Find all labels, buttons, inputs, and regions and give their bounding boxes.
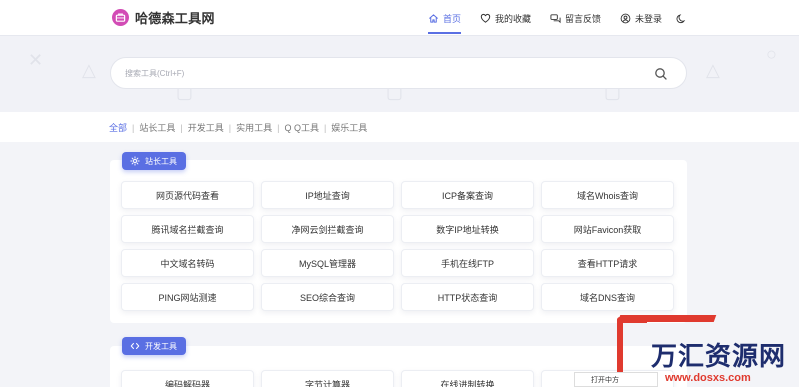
tool-card[interactable]: HTTP状态查询 <box>401 283 534 311</box>
nav-login[interactable]: 未登录 <box>620 0 662 36</box>
category-fun[interactable]: 娱乐工具 <box>331 121 367 134</box>
chat-icon <box>550 13 561 23</box>
category-tabs: 全部 | 站长工具 | 开发工具 | 实用工具 | Q Q工具 | 娱乐工具 <box>109 121 367 134</box>
tool-card[interactable]: 在线进制转换 <box>401 370 534 387</box>
divider: | <box>277 122 280 133</box>
nav-home-label: 首页 <box>442 13 461 24</box>
category-qq[interactable]: Q Q工具 <box>284 121 319 134</box>
divider: | <box>180 122 183 133</box>
site-logo[interactable]: 哈德森工具网 <box>112 8 215 27</box>
divider: | <box>323 122 327 133</box>
category-utility[interactable]: 实用工具 <box>236 121 272 134</box>
nav-home[interactable]: 首页 <box>427 0 461 36</box>
section-title-webmaster: 站长工具 <box>122 152 186 170</box>
nav-feedback-label: 留言反馈 <box>564 13 601 24</box>
tool-card[interactable]: 字节计算器 <box>261 370 394 387</box>
toolbox-icon <box>112 9 129 26</box>
moon-icon <box>676 13 686 23</box>
tool-card[interactable]: 腾讯域名拦截查询 <box>121 215 254 243</box>
divider: | <box>132 122 135 133</box>
nav-feedback[interactable]: 留言反馈 <box>550 0 601 36</box>
tool-card[interactable]: 域名Whois查询 <box>541 181 674 209</box>
watermark-title: 万汇资源网 <box>651 342 787 372</box>
section-title-dev: 开发工具 <box>122 337 186 355</box>
main-nav: 首页 我的收藏 留言反馈 未登录 <box>409 0 687 36</box>
circle-decoration-icon: ○ <box>766 44 777 64</box>
tool-grid: 网页源代码查看 IP地址查询 ICP备案查询 域名Whois查询 腾讯域名拦截查… <box>121 181 674 311</box>
triangle-decoration-icon: △ <box>706 60 720 80</box>
tool-card[interactable]: 网站Favicon获取 <box>541 215 674 243</box>
search-box <box>110 57 687 89</box>
tool-card[interactable]: 编码解码器 <box>121 370 254 387</box>
gear-icon <box>130 156 140 166</box>
site-name: 哈德森工具网 <box>135 11 215 26</box>
tool-panel-webmaster: 网页源代码查看 IP地址查询 ICP备案查询 域名Whois查询 腾讯域名拦截查… <box>110 160 687 323</box>
category-all[interactable]: 全部 <box>109 121 127 134</box>
theme-toggle-button[interactable] <box>676 0 687 36</box>
tool-card[interactable]: 中文域名转码 <box>121 249 254 277</box>
nav-login-label: 未登录 <box>634 13 662 24</box>
user-icon <box>620 13 631 23</box>
home-icon <box>428 13 438 23</box>
tool-card[interactable]: 数字IP地址转换 <box>401 215 534 243</box>
search-icon[interactable] <box>654 67 668 81</box>
tool-card[interactable]: 净网云剑拦截查询 <box>261 215 394 243</box>
tool-card[interactable]: ICP备案查询 <box>401 181 534 209</box>
category-dev[interactable]: 开发工具 <box>188 121 224 134</box>
tool-card[interactable]: 手机在线FTP <box>401 249 534 277</box>
heart-icon <box>480 13 491 23</box>
tool-card[interactable]: IP地址查询 <box>261 181 394 209</box>
tool-card[interactable]: MySQL管理器 <box>261 249 394 277</box>
floating-hint: 打开中方 <box>574 372 658 387</box>
search-input[interactable] <box>125 58 645 88</box>
watermark-url: www.dosxs.com <box>665 372 751 384</box>
section-title-label: 站长工具 <box>145 156 177 166</box>
tool-card[interactable]: SEO综合查询 <box>261 283 394 311</box>
nav-favorites-label: 我的收藏 <box>494 13 531 24</box>
tool-card[interactable]: PING网站测速 <box>121 283 254 311</box>
category-webmaster[interactable]: 站长工具 <box>139 121 175 134</box>
tool-card[interactable]: 域名DNS查询 <box>541 283 674 311</box>
section-title-label: 开发工具 <box>145 341 177 351</box>
top-navbar: 哈德森工具网 首页 我的收藏 留言反馈 未登录 <box>0 0 799 36</box>
triangle-decoration-icon: △ <box>82 60 96 80</box>
cross-decoration-icon: ✕ <box>28 50 44 70</box>
divider: | <box>228 122 232 133</box>
tool-card[interactable]: 查看HTTP请求 <box>541 249 674 277</box>
tool-card[interactable]: 网页源代码查看 <box>121 181 254 209</box>
code-icon <box>130 343 140 349</box>
category-bar: 全部 | 站长工具 | 开发工具 | 实用工具 | Q Q工具 | 娱乐工具 <box>0 112 799 142</box>
nav-favorites[interactable]: 我的收藏 <box>480 0 531 36</box>
watermark-frame <box>617 317 647 379</box>
search-hero: ✕ △ ▢ ▢ ▢ △ ○ <box>0 36 799 112</box>
